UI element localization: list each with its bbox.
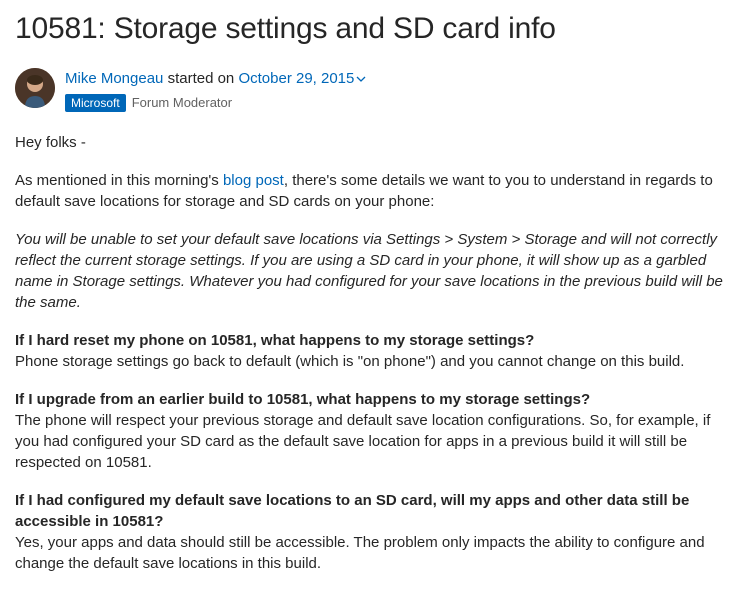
faq-answer: Phone storage settings go back to defaul… (15, 351, 735, 372)
faq-item: If I had configured my default save loca… (15, 490, 735, 574)
intro-paragraph: As mentioned in this morning's blog post… (15, 170, 735, 212)
microsoft-badge: Microsoft (65, 94, 126, 113)
intro-text-pre: As mentioned in this morning's (15, 172, 223, 189)
faq-item: If I hard reset my phone on 10581, what … (15, 330, 735, 372)
author-badges: Microsoft Forum Moderator (65, 94, 366, 113)
faq-question: If I hard reset my phone on 10581, what … (15, 330, 735, 351)
post-meta: Mike Mongeau started on October 29, 2015… (15, 68, 735, 112)
post-body: Hey folks - As mentioned in this morning… (15, 132, 735, 574)
chevron-down-icon (356, 69, 366, 90)
faq-question: If I had configured my default save loca… (15, 490, 735, 532)
author-role: Forum Moderator (132, 94, 232, 112)
byline: Mike Mongeau started on October 29, 2015 (65, 68, 366, 90)
avatar[interactable] (15, 68, 55, 108)
post-date-link[interactable]: October 29, 2015 (238, 70, 366, 87)
avatar-image (15, 68, 55, 108)
faq-answer: The phone will respect your previous sto… (15, 410, 735, 473)
author-link[interactable]: Mike Mongeau (65, 70, 163, 87)
page-title: 10581: Storage settings and SD card info (15, 8, 735, 50)
post-date: October 29, 2015 (238, 70, 354, 87)
started-label: started on (168, 70, 235, 87)
known-issue-note: You will be unable to set your default s… (15, 229, 735, 313)
faq-question: If I upgrade from an earlier build to 10… (15, 389, 735, 410)
faq-answer: Yes, your apps and data should still be … (15, 532, 735, 574)
faq-item: If I upgrade from an earlier build to 10… (15, 389, 735, 473)
blog-post-link[interactable]: blog post (223, 172, 284, 189)
greeting: Hey folks - (15, 132, 735, 153)
